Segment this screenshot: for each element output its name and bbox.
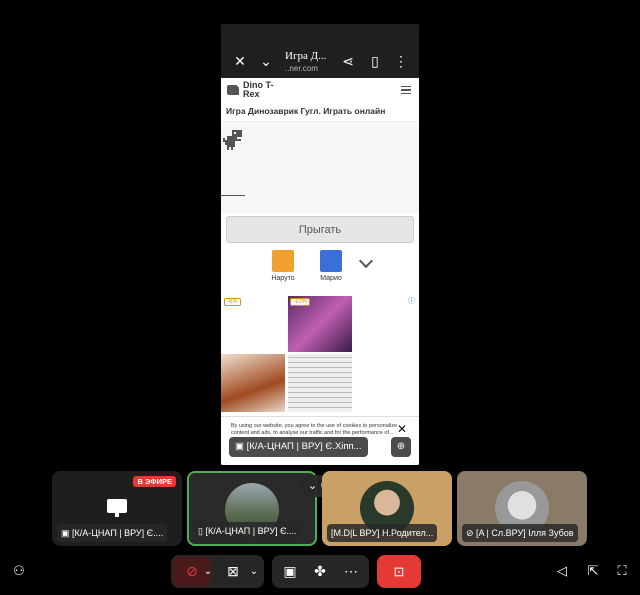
participant-tile[interactable]: В ЭФИРЕ ▣ [К/А-ЦНАП | ВРУ] Є.... [52, 471, 182, 546]
naruto-thumb [272, 250, 294, 272]
page-title: Игра Динозаврик Гугл. Играть онлайн [226, 106, 386, 116]
shared-screen[interactable]: ✕ ⌄ Игра Д... ..ner.com ⋖ ▯ ⋮ Dino T-Rex… [221, 24, 419, 465]
live-badge: В ЭФИРЕ [133, 476, 176, 487]
volume-icon[interactable]: ◁ [553, 562, 571, 580]
participant-name: ⊘ [A | Сл.ВРУ] Ілля Зубов [462, 524, 578, 542]
zoom-icon[interactable]: ⊕ [391, 437, 411, 457]
game-card-mario[interactable]: Марио [313, 250, 349, 282]
monitor-icon: ▣ [235, 441, 244, 452]
present-screen-icon[interactable]: ▣ [278, 555, 302, 588]
ad-info-icon[interactable]: ⓘ [408, 296, 415, 306]
fullscreen-icon[interactable]: ⛶ [613, 562, 631, 580]
leave-call-button[interactable]: ⊡ [377, 555, 421, 588]
close-icon[interactable]: ✕ [397, 423, 407, 435]
tab-title: Игра Д... [285, 50, 327, 62]
meeting-controls: ▣ ✤ ⋯ [272, 555, 369, 588]
share-icon[interactable]: ⋖ [339, 52, 357, 70]
cookie-text: By using our website, you agree to the u… [231, 423, 398, 436]
monitor-icon [107, 499, 127, 517]
ad-image[interactable] [221, 354, 285, 412]
trex-icon [223, 130, 242, 150]
chevron-down-icon[interactable] [358, 253, 374, 269]
close-icon[interactable]: ✕ [231, 52, 249, 70]
participant-tile[interactable]: [M.D|L ВРУ] Н.Родител... [322, 471, 452, 546]
leave-icon: ⊡ [393, 564, 405, 579]
add-person-icon[interactable]: ⚇ [10, 562, 28, 580]
browser-top-bar: ✕ ⌄ Игра Д... ..ner.com ⋖ ▯ ⋮ [221, 24, 419, 78]
tab-domain: ..ner.com [285, 64, 318, 73]
discount-badge: -10% [290, 298, 311, 306]
games-row: Наруто Марио [221, 250, 419, 290]
participant-tile[interactable]: ⊘ [A | Сл.ВРУ] Ілля Зубов [457, 471, 587, 546]
participant-tile-active[interactable]: ▯ [К/А-ЦНАП | ВРУ] Є.... [187, 471, 317, 546]
ad-image[interactable] [288, 354, 352, 412]
more-vert-icon[interactable]: ⋮ [392, 52, 410, 70]
reactions-icon[interactable]: ✤ [308, 555, 332, 588]
camera-off-icon[interactable]: ⊠ [221, 555, 245, 588]
game-canvas[interactable] [221, 122, 419, 214]
participant-name: ▣ [К/А-ЦНАП | ВРУ] Є.... [57, 524, 168, 542]
ad-grid[interactable]: -6% -10% ⓘ [221, 294, 419, 414]
site-logo[interactable]: Dino T-Rex [243, 81, 283, 99]
open-external-icon[interactable]: ⇱ [584, 562, 602, 580]
game-label: Марио [320, 275, 342, 282]
presenter-label: ▣ [К/А-ЦНАП | ВРУ] Є.Хіпп... [229, 437, 368, 457]
participant-name: ▯ [К/А-ЦНАП | ВРУ] Є.... [194, 522, 301, 540]
participant-name: [M.D|L ВРУ] Н.Родител... [327, 524, 438, 542]
mario-thumb [320, 250, 342, 272]
menu-icon[interactable] [401, 86, 411, 94]
site-header: Dino T-Rex Игра Динозаврик Гугл. Играть … [221, 78, 419, 122]
discount-badge: -6% [224, 298, 241, 306]
more-horiz-icon[interactable]: ⋯ [339, 555, 363, 588]
bookmark-icon[interactable]: ▯ [366, 52, 384, 70]
jump-button[interactable]: Прыгать [226, 216, 414, 243]
media-controls: ⊘ ⌄ ⊠ ⌄ [171, 555, 264, 588]
dino-logo-icon [227, 85, 239, 95]
game-label: Наруто [271, 275, 295, 282]
game-card-naruto[interactable]: Наруто [265, 250, 301, 282]
game-ground [221, 195, 245, 196]
chevron-down-icon[interactable]: ⌄ [201, 555, 215, 588]
chevron-down-icon[interactable]: ⌄ [247, 555, 261, 588]
chevron-down-icon[interactable]: ⌄ [257, 52, 275, 70]
